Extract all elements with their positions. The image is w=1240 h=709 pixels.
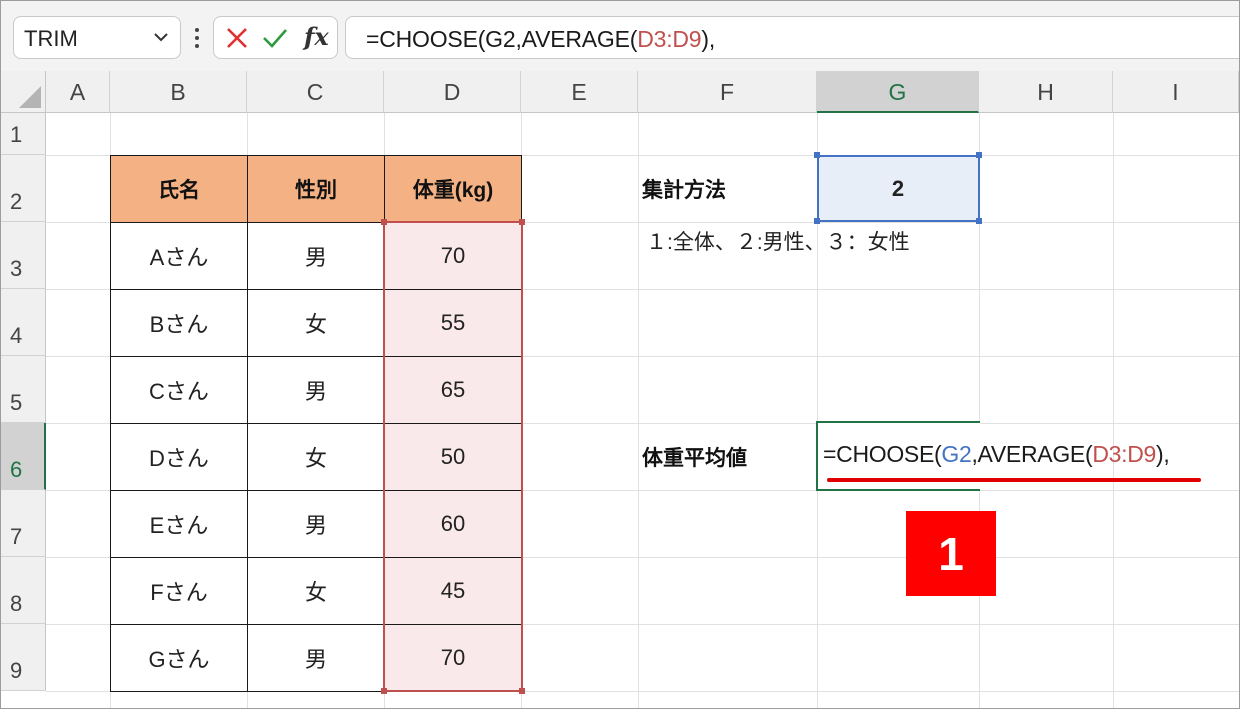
cancel-icon[interactable] [226,27,248,49]
average-label[interactable]: 体重平均値 [642,423,812,490]
range-handle[interactable] [519,219,525,225]
range-handle[interactable] [814,152,820,158]
method-value-cell[interactable]: 2 [818,156,978,221]
row-header-4[interactable]: 4 [1,289,46,356]
more-options-icon[interactable] [193,26,201,50]
table-cell-weight[interactable]: 50 [384,423,522,491]
table-cell-weight[interactable]: 60 [384,490,522,558]
range-handle[interactable] [814,218,820,224]
column-header-g[interactable]: G [817,71,979,113]
row-header-5[interactable]: 5 [1,356,46,423]
name-box[interactable]: TRIM [13,16,181,59]
column-header-h[interactable]: H [979,71,1113,113]
table-cell-gender[interactable]: 男 [247,222,385,290]
table-cell-name[interactable]: Cさん [110,356,248,424]
gridline [638,113,639,708]
range-handle[interactable] [519,688,525,694]
row-header-6[interactable]: 6 [1,423,46,490]
table-cell-name[interactable]: Aさん [110,222,248,290]
formula-ref-d3-d9: D3:D9 [1092,441,1157,467]
column-header-e[interactable]: E [521,71,638,113]
column-header-a[interactable]: A [46,71,110,113]
insert-function-icon[interactable]: fx [304,22,329,51]
column-header-f[interactable]: F [638,71,817,113]
table-cell-name[interactable]: Eさん [110,490,248,558]
table-cell-gender[interactable]: 男 [247,356,385,424]
table-cell-gender[interactable]: 女 [247,289,385,357]
table-header-gender[interactable]: 性別 [247,155,385,223]
table-cell-gender[interactable]: 女 [247,557,385,625]
row-header-1[interactable]: 1 [1,113,46,155]
gridline [1113,113,1114,708]
formula-text: =CHOOSE(G2,AVERAGE(D3:D9), [366,26,716,52]
enter-check-icon[interactable] [262,27,288,49]
highlight-underline [827,478,1201,482]
range-handle[interactable] [976,152,982,158]
table-cell-weight[interactable]: 70 [384,222,522,290]
table-header-weight[interactable]: 体重(kg) [384,155,522,223]
table-cell-name[interactable]: Gさん [110,624,248,692]
row-header-7[interactable]: 7 [1,490,46,557]
column-header-c[interactable]: C [247,71,384,113]
table-cell-gender[interactable]: 男 [247,490,385,558]
formula-ref-g2: G2 [941,441,972,467]
select-all-corner[interactable] [1,71,46,113]
select-all-icon [19,86,41,108]
column-header-b[interactable]: B [110,71,247,113]
table-header-name[interactable]: 氏名 [110,155,248,223]
method-label[interactable]: 集計方法 [642,155,812,222]
table-cell-weight[interactable]: 55 [384,289,522,357]
range-handle[interactable] [381,219,387,225]
formula-buttons: fx [213,16,338,59]
table-cell-weight[interactable]: 70 [384,624,522,692]
row-header-8[interactable]: 8 [1,557,46,624]
table-cell-gender[interactable]: 男 [247,624,385,692]
cell-edit-formula[interactable]: =CHOOSE(G2,AVERAGE(D3:D9), [823,441,1170,468]
table-cell-name[interactable]: Dさん [110,423,248,491]
formula-input[interactable]: =CHOOSE(G2,AVERAGE(D3:D9), [345,16,1239,59]
range-handle[interactable] [976,218,982,224]
gridline [979,113,980,708]
formula-ref-d3-d9: D3:D9 [637,26,702,52]
name-box-value: TRIM [24,26,78,51]
column-header-i[interactable]: I [1113,71,1239,113]
range-handle[interactable] [381,688,387,694]
table-cell-weight[interactable]: 65 [384,356,522,424]
method-note: １:全体、２:男性、３：女性 [646,231,910,254]
column-header-d[interactable]: D [384,71,521,113]
table-cell-name[interactable]: Fさん [110,557,248,625]
row-header-9[interactable]: 9 [1,624,46,691]
table-cell-name[interactable]: Bさん [110,289,248,357]
row-header-3[interactable]: 3 [1,222,46,289]
worksheet-grid: A B C D E F G H I 1 2 3 4 5 6 7 8 9 氏名 性… [1,71,1239,708]
table-cell-gender[interactable]: 女 [247,423,385,491]
table-cell-weight[interactable]: 45 [384,557,522,625]
row-header-2[interactable]: 2 [1,155,46,222]
formula-bar: TRIM fx =CHOOSE(G2,AVERAGE(D3:D9), [1,1,1239,72]
excel-window: TRIM fx =CHOOSE(G2,AVERAGE(D3:D9), A B C… [0,0,1240,709]
step-badge: 1 [906,511,996,596]
chevron-down-icon[interactable] [152,28,170,46]
